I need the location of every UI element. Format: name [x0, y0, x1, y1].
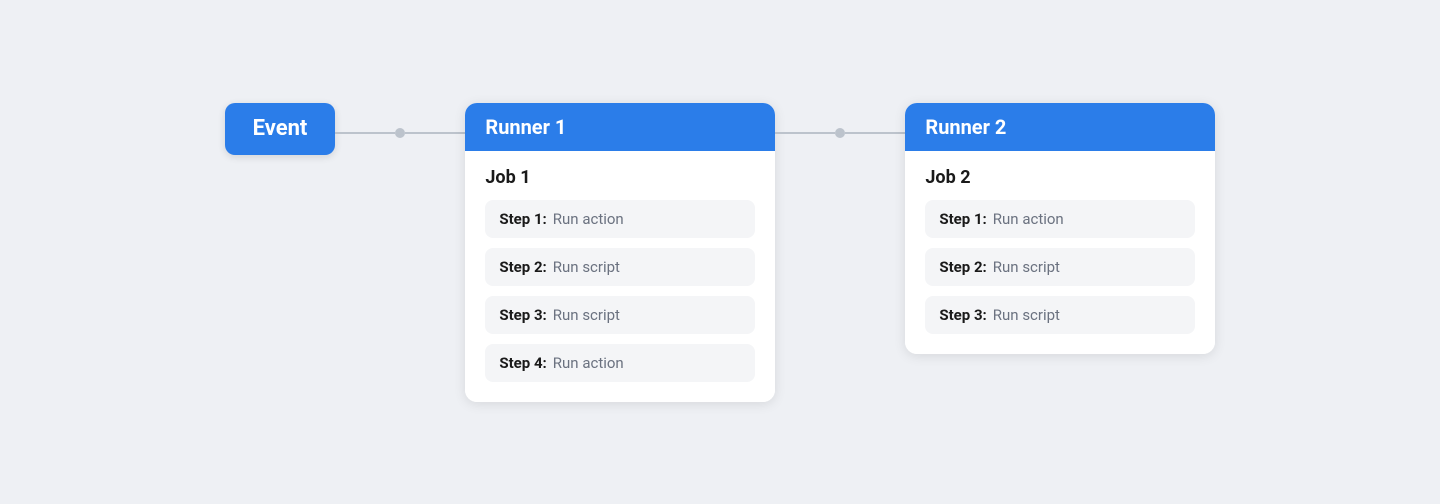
runner-1-title: Runner 1: [485, 115, 566, 139]
runner-1-job-title: Job 1: [485, 167, 755, 188]
runner-2-body: Job 2 Step 1: Run action Step 2: Run scr…: [905, 151, 1215, 354]
runner-2-step-1: Step 1: Run action: [925, 200, 1195, 238]
runner-2-step-2: Step 2: Run script: [925, 248, 1195, 286]
connector-event-runner1: [335, 128, 465, 138]
runner-2-step-2-label: Step 2:: [939, 258, 986, 276]
runner-1-step-1: Step 1: Run action: [485, 200, 755, 238]
runner-2-steps: Step 1: Run action Step 2: Run script St…: [925, 200, 1195, 334]
connector-line-4: [845, 132, 905, 134]
runner-2-step-3-label: Step 3:: [939, 306, 986, 324]
runner-1-step-2: Step 2: Run script: [485, 248, 755, 286]
runner-1-steps: Step 1: Run action Step 2: Run script St…: [485, 200, 755, 382]
runner-2-step-3-value: Run script: [993, 306, 1060, 324]
runner-1-step-2-label: Step 2:: [499, 258, 546, 276]
connector-line-1: [335, 132, 395, 134]
runner-1-step-4-value: Run action: [553, 354, 624, 372]
runner-2-title: Runner 2: [925, 115, 1006, 139]
runner-1-card: Runner 1 Job 1 Step 1: Run action Step 2…: [465, 103, 775, 402]
runner-2-card: Runner 2 Job 2 Step 1: Run action Step 2…: [905, 103, 1215, 354]
runner-1-header: Runner 1: [465, 103, 775, 151]
connector-runner1-runner2: [775, 128, 905, 138]
runner-2-job-title: Job 2: [925, 167, 1195, 188]
event-node: Event: [225, 103, 336, 155]
runner-2-header: Runner 2: [905, 103, 1215, 151]
runner-1-step-3-value: Run script: [553, 306, 620, 324]
runner-1-step-4: Step 4: Run action: [485, 344, 755, 382]
runner-2-step-1-label: Step 1:: [939, 210, 986, 228]
connector-dot-2: [835, 128, 845, 138]
event-title: Event: [253, 116, 308, 141]
connector-line-2: [405, 132, 465, 134]
runner-2-step-3: Step 3: Run script: [925, 296, 1195, 334]
runner-2-step-2-value: Run script: [993, 258, 1060, 276]
connector-dot-1: [395, 128, 405, 138]
runner-1-step-3: Step 3: Run script: [485, 296, 755, 334]
runner-1-step-1-label: Step 1:: [499, 210, 546, 228]
runner-2-step-1-value: Run action: [993, 210, 1064, 228]
runner-1-body: Job 1 Step 1: Run action Step 2: Run scr…: [465, 151, 775, 402]
workflow-diagram: Event Runner 1 Job 1 Step 1: Run action …: [225, 103, 1216, 402]
connector-line-3: [775, 132, 835, 134]
runner-1-step-2-value: Run script: [553, 258, 620, 276]
runner-1-step-3-label: Step 3:: [499, 306, 546, 324]
runner-1-step-4-label: Step 4:: [499, 354, 546, 372]
runner-1-step-1-value: Run action: [553, 210, 624, 228]
